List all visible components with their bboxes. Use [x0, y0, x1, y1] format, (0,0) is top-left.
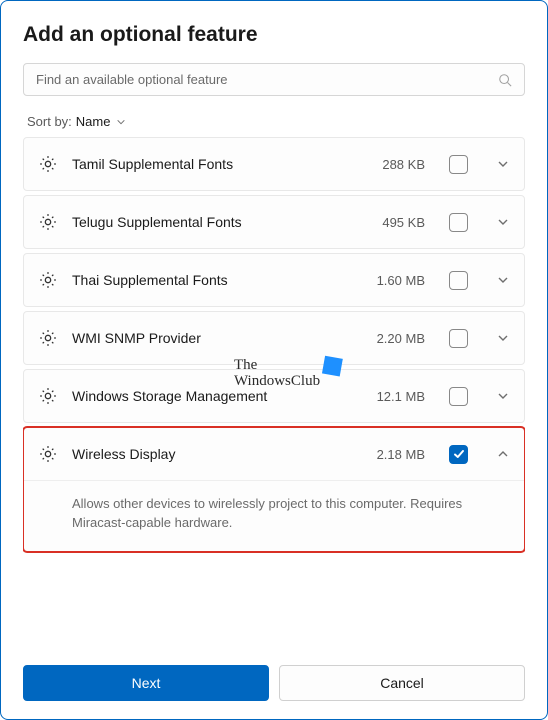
- dialog: Add an optional feature Sort by: Name Ta…: [0, 0, 548, 720]
- feature-name: WMI SNMP Provider: [72, 330, 355, 346]
- feature-checkbox[interactable]: [449, 213, 468, 232]
- feature-checkbox[interactable]: [449, 329, 468, 348]
- feature-row: Thai Supplemental Fonts 1.60 MB: [23, 253, 525, 307]
- feature-size: 2.18 MB: [369, 447, 425, 462]
- feature-row-main[interactable]: Windows Storage Management 12.1 MB: [24, 370, 524, 422]
- dialog-title: Add an optional feature: [23, 23, 525, 47]
- feature-size: 288 KB: [369, 157, 425, 172]
- search-input[interactable]: [36, 72, 498, 87]
- chevron-down-icon: [496, 331, 510, 345]
- footer: Next Cancel: [23, 643, 525, 701]
- feature-row: Telugu Supplemental Fonts 495 KB: [23, 195, 525, 249]
- feature-size: 495 KB: [369, 215, 425, 230]
- gear-icon: [38, 212, 58, 232]
- next-button[interactable]: Next: [23, 665, 269, 701]
- sort-dropdown[interactable]: Sort by: Name: [23, 114, 525, 129]
- feature-row-main[interactable]: Wireless Display 2.18 MB: [24, 428, 524, 480]
- feature-name: Wireless Display: [72, 446, 355, 462]
- gear-icon: [38, 270, 58, 290]
- gear-icon: [38, 444, 58, 464]
- feature-row: Wireless Display 2.18 MB Allows other devi…: [23, 427, 525, 552]
- gear-icon: [38, 154, 58, 174]
- chevron-down-icon: [496, 389, 510, 403]
- feature-row-main[interactable]: Telugu Supplemental Fonts 495 KB: [24, 196, 524, 248]
- feature-name: Telugu Supplemental Fonts: [72, 214, 355, 230]
- feature-description: Allows other devices to wirelessly proje…: [24, 480, 524, 551]
- feature-name: Tamil Supplemental Fonts: [72, 156, 355, 172]
- feature-checkbox[interactable]: [449, 155, 468, 174]
- feature-row: WMI SNMP Provider 2.20 MB: [23, 311, 525, 365]
- feature-name: Thai Supplemental Fonts: [72, 272, 355, 288]
- feature-size: 12.1 MB: [369, 389, 425, 404]
- feature-size: 1.60 MB: [369, 273, 425, 288]
- feature-checkbox[interactable]: [449, 445, 468, 464]
- feature-row-main[interactable]: Tamil Supplemental Fonts 288 KB: [24, 138, 524, 190]
- feature-row: Tamil Supplemental Fonts 288 KB: [23, 137, 525, 191]
- cancel-button[interactable]: Cancel: [279, 665, 525, 701]
- sort-label: Sort by:: [27, 114, 72, 129]
- chevron-down-icon: [496, 157, 510, 171]
- feature-checkbox[interactable]: [449, 271, 468, 290]
- search-icon: [498, 73, 512, 87]
- feature-row-main[interactable]: Thai Supplemental Fonts 1.60 MB: [24, 254, 524, 306]
- chevron-down-icon: [116, 117, 126, 127]
- feature-name: Windows Storage Management: [72, 388, 355, 404]
- chevron-down-icon: [496, 273, 510, 287]
- gear-icon: [38, 328, 58, 348]
- feature-row: Windows Storage Management 12.1 MB: [23, 369, 525, 423]
- feature-list: Tamil Supplemental Fonts 288 KB Telugu Sup…: [23, 137, 525, 643]
- gear-icon: [38, 386, 58, 406]
- chevron-up-icon: [496, 447, 510, 461]
- chevron-down-icon: [496, 215, 510, 229]
- sort-value: Name: [76, 114, 111, 129]
- feature-size: 2.20 MB: [369, 331, 425, 346]
- feature-checkbox[interactable]: [449, 387, 468, 406]
- feature-row-main[interactable]: WMI SNMP Provider 2.20 MB: [24, 312, 524, 364]
- search-box[interactable]: [23, 63, 525, 96]
